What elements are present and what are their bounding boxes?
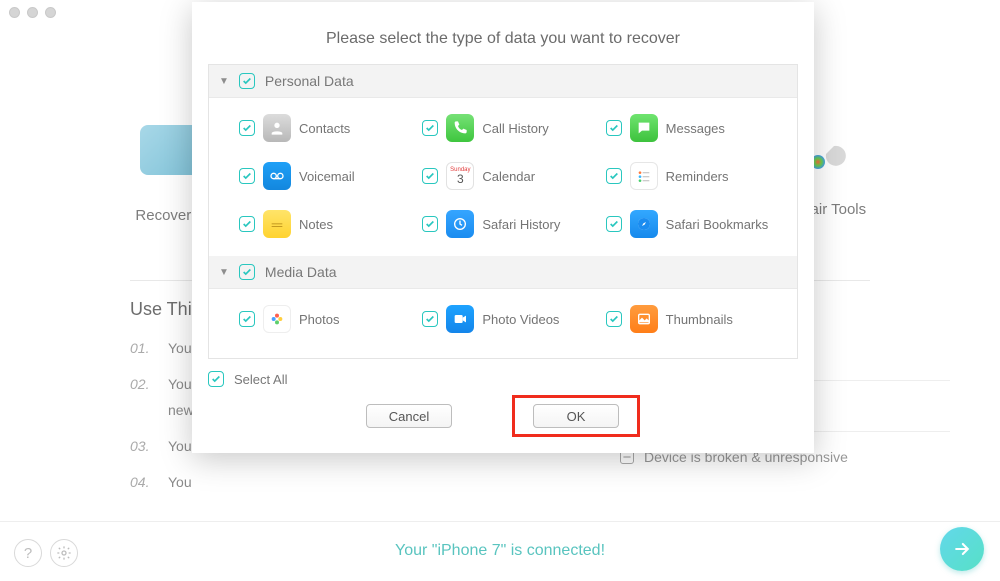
modal-title: Please select the type of data you want … [192, 2, 814, 64]
ok-highlight-box: OK [512, 395, 640, 437]
item-call-history[interactable]: Call History [422, 108, 605, 148]
media-data-header[interactable]: ▼ Media Data [209, 256, 797, 289]
voicemail-icon [263, 162, 291, 190]
calendar-icon: Sunday3 [446, 162, 474, 190]
safari-bookmarks-icon [630, 210, 658, 238]
checkbox[interactable] [422, 311, 438, 327]
window-traffic-lights[interactable] [9, 7, 56, 18]
checkbox-media-all[interactable] [239, 264, 255, 280]
item-notes[interactable]: Notes [239, 204, 422, 244]
item-safari-history[interactable]: Safari History [422, 204, 605, 244]
chevron-down-icon: ▼ [219, 267, 229, 278]
item-reminders[interactable]: Reminders [606, 156, 789, 196]
photo-videos-icon [446, 305, 474, 333]
checkbox[interactable] [606, 311, 622, 327]
item-voicemail[interactable]: Voicemail [239, 156, 422, 196]
traffic-max[interactable] [45, 7, 56, 18]
section-label: Media Data [265, 264, 337, 280]
item-thumbnails[interactable]: Thumbnails [606, 299, 789, 339]
select-all-label: Select All [234, 372, 287, 387]
reminders-icon [630, 162, 658, 190]
item-calendar[interactable]: Sunday3 Calendar [422, 156, 605, 196]
ok-button[interactable]: OK [533, 404, 619, 428]
checkbox[interactable] [422, 216, 438, 232]
traffic-min[interactable] [27, 7, 38, 18]
checkbox[interactable] [239, 311, 255, 327]
arrow-right-icon [952, 539, 972, 559]
checkbox[interactable] [606, 120, 622, 136]
checkbox[interactable] [239, 216, 255, 232]
connected-status: Your "iPhone 7" is connected! [0, 521, 1000, 581]
item-photo-videos[interactable]: Photo Videos [422, 299, 605, 339]
data-type-modal: Please select the type of data you want … [192, 2, 814, 453]
cancel-button[interactable]: Cancel [366, 404, 452, 428]
item-messages[interactable]: Messages [606, 108, 789, 148]
thumbnails-icon [630, 305, 658, 333]
traffic-close[interactable] [9, 7, 20, 18]
checkbox[interactable] [606, 168, 622, 184]
safari-history-icon [446, 210, 474, 238]
item-safari-bookmarks[interactable]: Safari Bookmarks [606, 204, 789, 244]
item-contacts[interactable]: Contacts [239, 108, 422, 148]
checkbox[interactable] [239, 120, 255, 136]
checkbox[interactable] [239, 168, 255, 184]
photos-icon [263, 305, 291, 333]
item-photos[interactable]: Photos [239, 299, 422, 339]
checkbox-personal-all[interactable] [239, 73, 255, 89]
section-label: Personal Data [265, 73, 354, 89]
messages-icon [630, 114, 658, 142]
chevron-down-icon: ▼ [219, 76, 229, 87]
notes-icon [263, 210, 291, 238]
checkbox-select-all[interactable] [208, 371, 224, 387]
personal-data-header[interactable]: ▼ Personal Data [209, 65, 797, 98]
phone-icon [446, 114, 474, 142]
next-button[interactable] [940, 527, 984, 571]
checkbox[interactable] [606, 216, 622, 232]
app-footer: ? Your "iPhone 7" is connected! [0, 521, 1000, 581]
checkbox[interactable] [422, 168, 438, 184]
checkbox[interactable] [422, 120, 438, 136]
select-all-row[interactable]: Select All [208, 371, 798, 387]
contacts-icon [263, 114, 291, 142]
